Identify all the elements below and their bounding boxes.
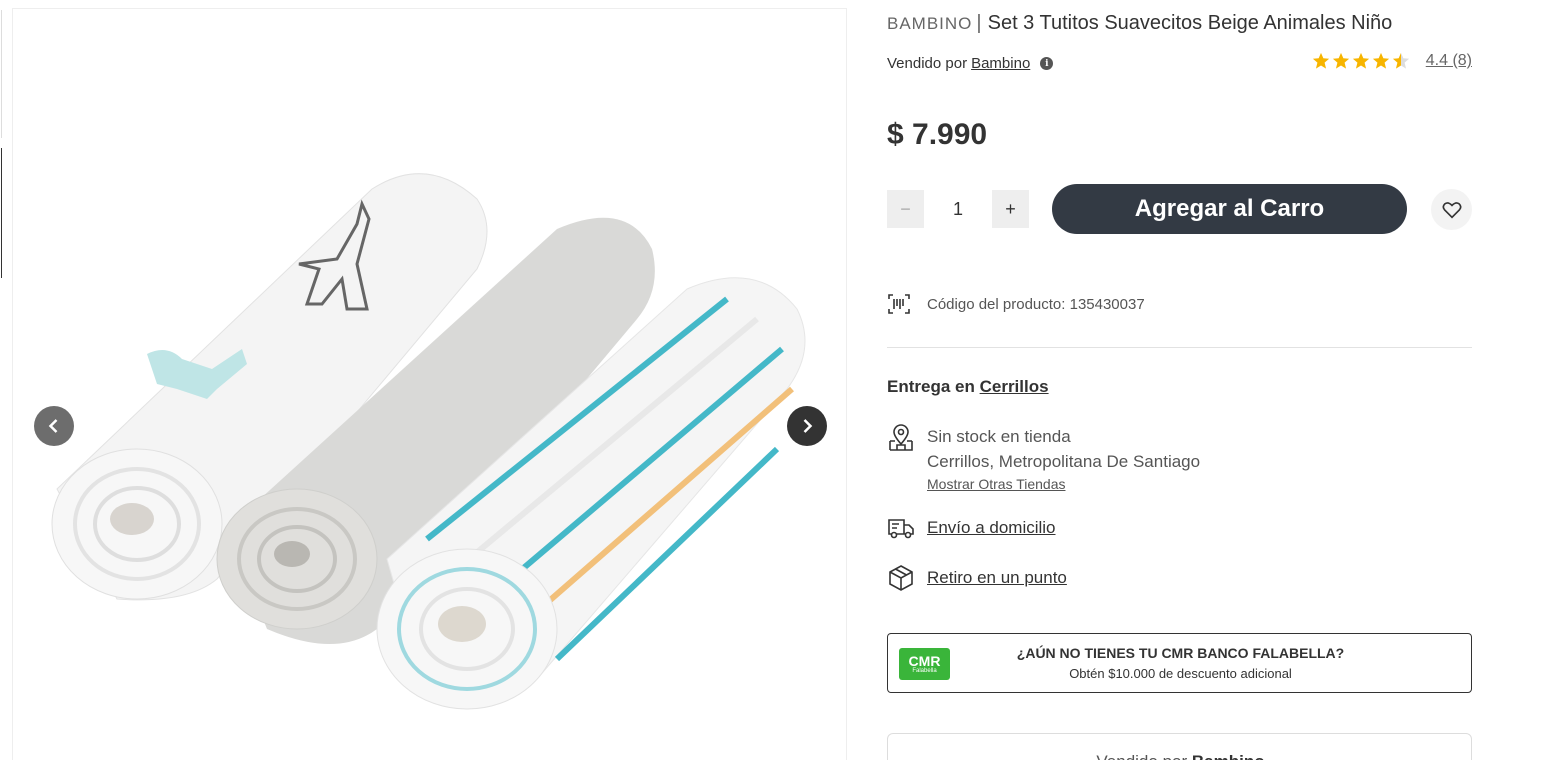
store-status: Sin stock en tienda xyxy=(927,427,1071,446)
rating[interactable]: 4.4 (8) xyxy=(1312,52,1472,70)
title-separator: | xyxy=(976,12,982,34)
seller-link[interactable]: Bambino xyxy=(971,55,1030,72)
chevron-left-icon xyxy=(48,419,58,433)
promo-title: ¿AÚN NO TIENES TU CMR BANCO FALABELLA? xyxy=(1016,645,1345,661)
star-icon xyxy=(1352,52,1369,69)
cmr-promo-banner[interactable]: CMR Falabella ¿AÚN NO TIENES TU CMR BANC… xyxy=(887,633,1472,693)
seller-box: Vendido por Bambino xyxy=(887,733,1472,760)
chevron-right-icon xyxy=(803,419,813,433)
product-gallery xyxy=(12,8,847,760)
heart-icon xyxy=(1441,201,1462,219)
home-delivery-option[interactable]: Envío a domicilio xyxy=(887,514,1056,542)
quantity-stepper: − 1 + xyxy=(887,190,1029,228)
pickup-option[interactable]: Retiro en un punto xyxy=(887,564,1067,592)
store-pin-icon xyxy=(889,424,913,451)
star-icon xyxy=(1312,52,1329,69)
promo-subtitle: Obtén $10.000 de descuento adicional xyxy=(1069,666,1292,681)
delivery-heading: Entrega en Cerrillos xyxy=(887,377,1049,396)
star-icon xyxy=(1332,52,1349,69)
prev-image-button[interactable] xyxy=(34,406,74,446)
pickup-label[interactable]: Retiro en un punto xyxy=(927,568,1067,588)
thumbnail-active[interactable] xyxy=(0,148,2,278)
decrease-quantity-button[interactable]: − xyxy=(887,190,924,228)
store-location: Cerrillos, Metropolitana De Santiago xyxy=(927,452,1201,471)
product-title: Set 3 Tutitos Suavecitos Beige Animales … xyxy=(987,12,1393,34)
star-half-icon xyxy=(1392,52,1409,69)
add-to-cart-button[interactable]: Agregar al Carro xyxy=(1052,184,1407,234)
product-code: Código del producto: 135430037 xyxy=(927,295,1145,313)
other-stores-link[interactable]: Mostrar Otras Tiendas xyxy=(927,474,1200,494)
info-icon[interactable]: i xyxy=(1040,57,1054,70)
product-image xyxy=(51,173,806,710)
divider xyxy=(887,347,1472,348)
increase-quantity-button[interactable]: + xyxy=(992,190,1029,228)
product-price: $ 7.990 xyxy=(887,118,988,151)
delivery-location-link[interactable]: Cerrillos xyxy=(980,377,1049,396)
sold-by-label: Vendido por xyxy=(887,55,968,72)
product-title-row: BAMBINO | Set 3 Tutitos Suavecitos Beige A… xyxy=(887,12,1392,35)
product-code-row: Código del producto: 135430037 xyxy=(887,292,1145,316)
package-icon xyxy=(889,565,913,591)
store-availability: Sin stock en tienda Cerrillos, Metropoli… xyxy=(887,424,1200,494)
wishlist-button[interactable] xyxy=(1431,189,1472,230)
rating-stars xyxy=(1312,52,1410,70)
home-delivery-label[interactable]: Envío a domicilio xyxy=(927,518,1056,538)
thumbnail[interactable] xyxy=(0,10,2,138)
barcode-scan-icon xyxy=(888,294,910,314)
delivery-truck-icon xyxy=(888,519,914,539)
seller-box-text: Vendido por Bambino xyxy=(888,752,1473,760)
brand-name[interactable]: BAMBINO xyxy=(887,14,972,33)
seller-row: Vendido por Bambino i xyxy=(887,55,1054,72)
rating-value[interactable]: 4.4 (8) xyxy=(1426,52,1472,70)
next-image-button[interactable] xyxy=(787,406,827,446)
star-icon xyxy=(1372,52,1389,69)
quantity-value[interactable]: 1 xyxy=(924,199,992,220)
thumbnail-strip xyxy=(0,0,3,760)
